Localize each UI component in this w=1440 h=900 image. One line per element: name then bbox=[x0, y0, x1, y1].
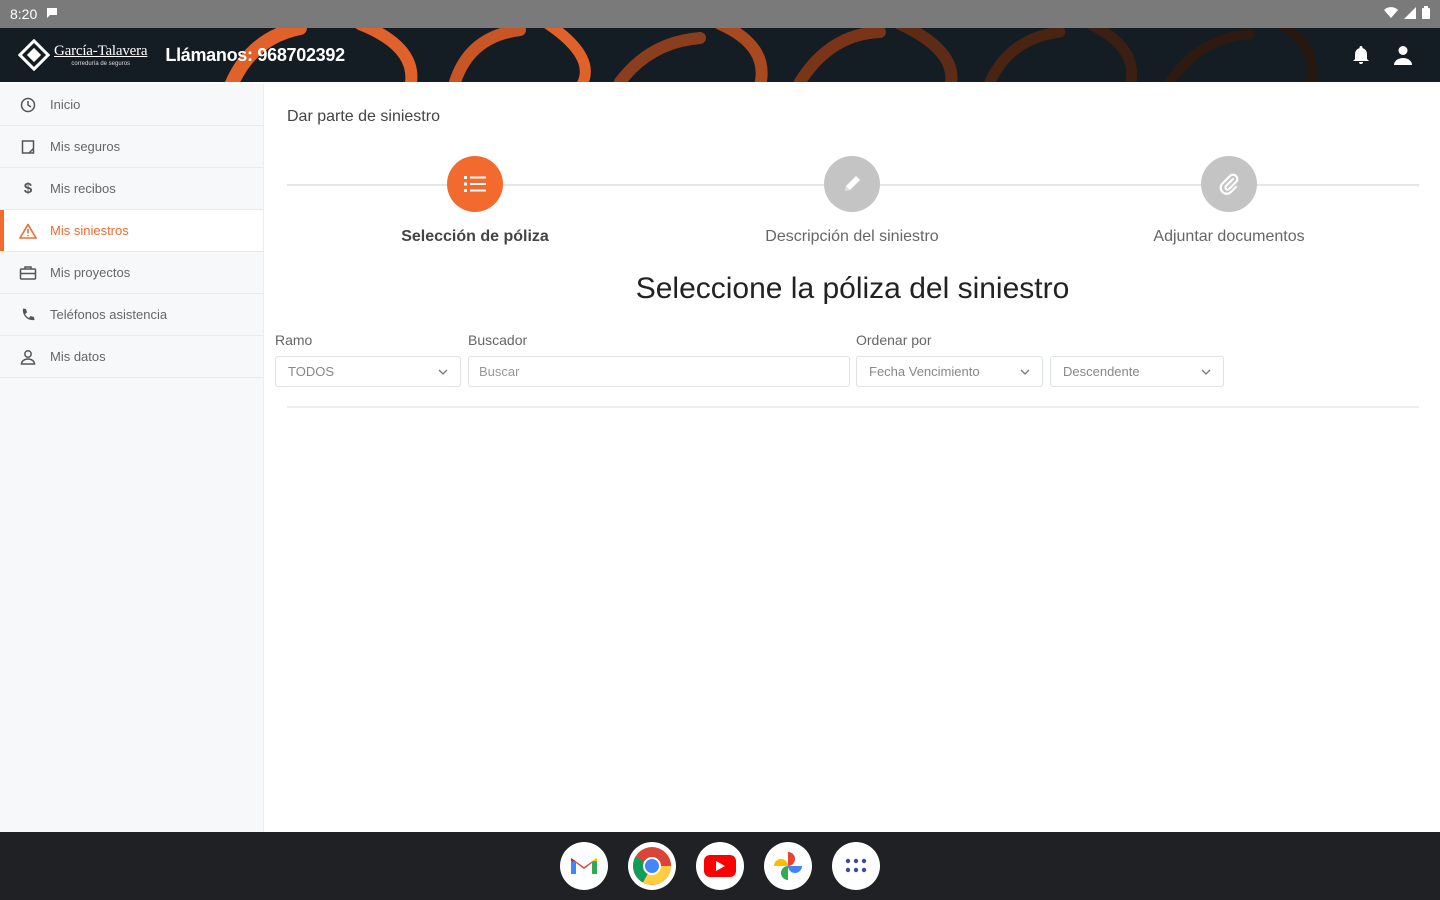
sidebar-item-label: Mis seguros bbox=[50, 139, 121, 154]
step-seleccion-poliza[interactable]: Selección de póliza bbox=[345, 156, 605, 246]
direction-field: Descendente bbox=[1050, 332, 1224, 387]
step-label: Adjuntar documentos bbox=[1153, 228, 1305, 245]
contact-phone[interactable]: Llámanos: 968702392 bbox=[165, 45, 345, 66]
status-time: 8:20 bbox=[10, 6, 38, 22]
step-descripcion-siniestro[interactable]: Descripción del siniestro bbox=[722, 156, 982, 246]
sidebar-nav: Inicio Mis seguros $ Mis recibos Mis sin… bbox=[0, 84, 264, 832]
brand-logo[interactable]: García-Talavera correduría de seguros bbox=[18, 39, 148, 71]
buscador-label: Buscador bbox=[468, 332, 528, 348]
list-icon bbox=[447, 156, 503, 212]
wifi-icon bbox=[1384, 6, 1398, 22]
sidebar-item-label: Mis recibos bbox=[50, 181, 116, 196]
direction-value: Descendente bbox=[1063, 364, 1140, 379]
step-label: Selección de póliza bbox=[401, 228, 549, 245]
bell-icon[interactable] bbox=[1350, 44, 1372, 66]
ordenar-value: Fecha Vencimiento bbox=[869, 364, 980, 379]
phone-icon bbox=[18, 305, 38, 325]
chevron-down-icon bbox=[1201, 367, 1211, 377]
ordenar-select[interactable]: Fecha Vencimiento bbox=[856, 356, 1043, 387]
ramo-field: Ramo TODOS bbox=[275, 332, 461, 387]
sidebar-item-label: Teléfonos asistencia bbox=[50, 307, 168, 322]
ramo-select[interactable]: TODOS bbox=[275, 356, 461, 387]
sidebar-item-mis-seguros[interactable]: Mis seguros bbox=[0, 126, 263, 168]
logo-name: García-Talavera bbox=[54, 43, 148, 59]
warning-icon bbox=[18, 221, 38, 241]
logo-diamond-icon bbox=[18, 39, 50, 71]
cellular-signal-icon bbox=[1404, 6, 1416, 22]
sidebar-item-label: Mis proyectos bbox=[50, 265, 131, 280]
ordenar-label: Ordenar por bbox=[856, 332, 932, 348]
logo-tagline: correduría de seguros bbox=[71, 61, 131, 67]
gmail-icon[interactable] bbox=[560, 842, 608, 890]
sidebar-item-inicio[interactable]: Inicio bbox=[0, 84, 263, 126]
sidebar-item-mis-siniestros[interactable]: Mis siniestros bbox=[0, 210, 263, 252]
ordenar-field: Ordenar por Fecha Vencimiento bbox=[856, 332, 1043, 387]
step-label: Descripción del siniestro bbox=[765, 228, 939, 245]
photos-icon[interactable] bbox=[764, 842, 812, 890]
user-icon bbox=[18, 347, 38, 367]
battery-icon bbox=[1422, 6, 1430, 22]
direction-select[interactable]: Descendente bbox=[1050, 356, 1224, 387]
app-header: García-Talavera correduría de seguros Ll… bbox=[0, 28, 1440, 82]
page-title: Dar parte de siniestro bbox=[287, 108, 440, 125]
search-input[interactable] bbox=[479, 364, 839, 379]
system-taskbar bbox=[0, 832, 1440, 900]
sidebar-item-mis-datos[interactable]: Mis datos bbox=[0, 336, 263, 378]
sidebar-item-label: Inicio bbox=[50, 97, 81, 112]
app-drawer-icon[interactable] bbox=[832, 842, 880, 890]
paperclip-icon bbox=[1201, 156, 1257, 212]
chrome-icon[interactable] bbox=[628, 842, 676, 890]
buscador-field: Buscador bbox=[468, 332, 850, 387]
sidebar-item-mis-recibos[interactable]: $ Mis recibos bbox=[0, 168, 263, 210]
document-icon bbox=[18, 137, 38, 157]
dollar-icon: $ bbox=[23, 180, 33, 197]
main-content: Dar parte de siniestro Selección de póli… bbox=[265, 84, 1440, 832]
chevron-down-icon bbox=[438, 367, 448, 377]
user-icon[interactable] bbox=[1392, 44, 1414, 66]
sidebar-item-label: Mis siniestros bbox=[50, 223, 129, 238]
step-adjuntar-documentos[interactable]: Adjuntar documentos bbox=[1099, 156, 1359, 246]
chevron-down-icon bbox=[1020, 367, 1030, 377]
system-status-bar: 8:20 bbox=[0, 0, 1440, 28]
youtube-icon[interactable] bbox=[696, 842, 744, 890]
ramo-label: Ramo bbox=[275, 332, 313, 348]
chat-notification-icon bbox=[45, 6, 59, 23]
ramo-value: TODOS bbox=[288, 364, 334, 379]
clock-icon bbox=[18, 95, 38, 115]
sidebar-item-telefonos-asistencia[interactable]: Teléfonos asistencia bbox=[0, 294, 263, 336]
section-title: Seleccione la póliza del siniestro bbox=[635, 272, 1070, 305]
claim-stepper: Selección de póliza Descripción del sini… bbox=[287, 156, 1419, 256]
results-divider bbox=[287, 406, 1419, 408]
sidebar-item-label: Mis datos bbox=[50, 349, 106, 364]
sidebar-item-mis-proyectos[interactable]: Mis proyectos bbox=[0, 252, 263, 294]
briefcase-icon bbox=[18, 263, 38, 283]
pencil-icon bbox=[824, 156, 880, 212]
search-box bbox=[468, 356, 850, 387]
